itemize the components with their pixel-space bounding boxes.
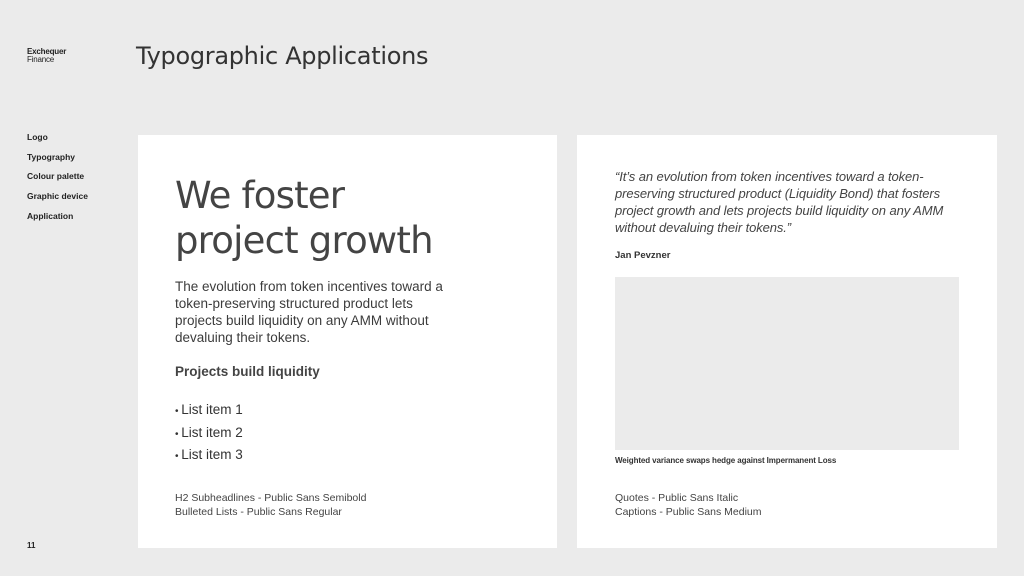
nav-item-typography[interactable]: Typography	[27, 152, 88, 172]
brand-name-line2: Finance	[27, 55, 55, 64]
quote-sample-card: “It’s an evolution from token incentives…	[577, 135, 997, 548]
sample-subheadline: Projects build liquidity	[175, 364, 320, 379]
font-spec-subheadlines: H2 Subheadlines - Public Sans Semibold	[175, 492, 367, 504]
sample-body-text: The evolution from token incentives towa…	[175, 279, 443, 345]
nav-item-application[interactable]: Application	[27, 211, 88, 231]
list-item: List item 3	[175, 445, 243, 468]
sample-quote: “It’s an evolution from token incentives…	[615, 169, 944, 235]
image-placeholder	[615, 277, 959, 450]
sample-bulleted-list: List item 1 List item 2 List item 3	[175, 400, 243, 468]
font-spec-captions: Captions - Public Sans Medium	[615, 506, 762, 518]
image-caption: Weighted variance swaps hedge against Im…	[615, 456, 837, 465]
font-spec-quotes: Quotes - Public Sans Italic	[615, 492, 739, 504]
typography-sample-card: We foster project growth The evolution f…	[138, 135, 557, 548]
nav-item-graphic-device[interactable]: Graphic device	[27, 191, 88, 211]
brand-logo: Exchequer Finance	[27, 48, 66, 64]
nav-item-colour-palette[interactable]: Colour palette	[27, 171, 88, 191]
sample-headline: We foster project growth	[175, 174, 434, 262]
page-number: 11	[27, 541, 36, 550]
quote-author: Jan Pevzner	[615, 250, 671, 261]
font-spec-bulleted-lists: Bulleted Lists - Public Sans Regular	[175, 506, 342, 518]
font-spec-notes: Quotes - Public Sans Italic Captions - P…	[615, 491, 761, 519]
side-nav: Logo Typography Colour palette Graphic d…	[27, 132, 88, 230]
nav-item-logo[interactable]: Logo	[27, 132, 88, 152]
list-item: List item 2	[175, 423, 243, 446]
font-spec-notes: H2 Subheadlines - Public Sans Semibold B…	[175, 491, 366, 519]
page-title: Typographic Applications	[136, 42, 429, 70]
list-item: List item 1	[175, 400, 243, 423]
